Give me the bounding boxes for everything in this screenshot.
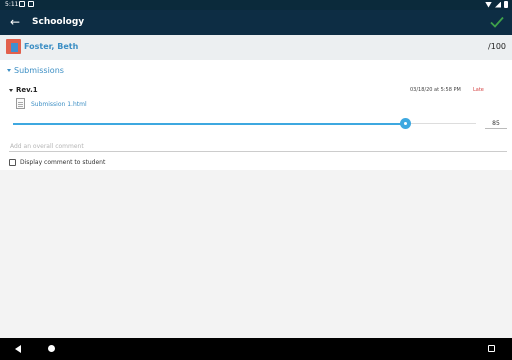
back-arrow-icon[interactable]: ← (8, 15, 22, 29)
document-icon (16, 98, 25, 109)
navigation-bar (0, 338, 512, 360)
display-comment-checkbox[interactable] (9, 159, 16, 166)
revision-label: Rev.1 (16, 86, 38, 94)
score-input[interactable] (485, 118, 507, 129)
revision-date: 03/18/20 at 5:58 PM (410, 87, 461, 93)
chevron-down-icon (7, 69, 11, 72)
signal-icon (495, 1, 501, 8)
display-comment-option[interactable]: Display comment to student (9, 159, 105, 166)
grade-slider-rest (406, 123, 476, 124)
notification-icon (28, 1, 34, 7)
app-bar: ← Schoology (0, 10, 512, 35)
status-time: 5:11 (5, 1, 19, 8)
submissions-label: Submissions (14, 66, 64, 75)
avatar (6, 39, 21, 54)
nav-back-icon[interactable] (15, 345, 21, 353)
grade-slider-track[interactable] (13, 123, 406, 125)
chevron-down-icon (9, 88, 13, 92)
display-comment-label: Display comment to student (20, 159, 106, 166)
nav-recents-icon[interactable] (488, 345, 495, 352)
submission-file-link[interactable]: Submission 1.html (31, 101, 87, 108)
submissions-toggle[interactable]: Submissions (7, 66, 64, 75)
submission-panel: Submissions Rev.1 03/18/20 at 5:58 PM La… (0, 60, 512, 170)
notification-icon (19, 1, 25, 7)
score-total: /100 (488, 42, 506, 51)
checkmark-icon[interactable] (489, 14, 505, 30)
nav-home-icon[interactable] (48, 345, 55, 352)
comment-input[interactable] (9, 142, 507, 152)
battery-icon (504, 1, 508, 8)
late-badge: Late (473, 87, 484, 93)
grade-slider-thumb[interactable] (400, 118, 411, 129)
revision-toggle[interactable]: Rev.1 (9, 86, 38, 94)
student-header: Foster, Beth /100 (0, 35, 512, 60)
app-title: Schoology (32, 17, 85, 27)
student-name[interactable]: Foster, Beth (24, 42, 78, 51)
status-bar: 5:11 (0, 0, 512, 10)
wifi-icon (485, 1, 492, 8)
